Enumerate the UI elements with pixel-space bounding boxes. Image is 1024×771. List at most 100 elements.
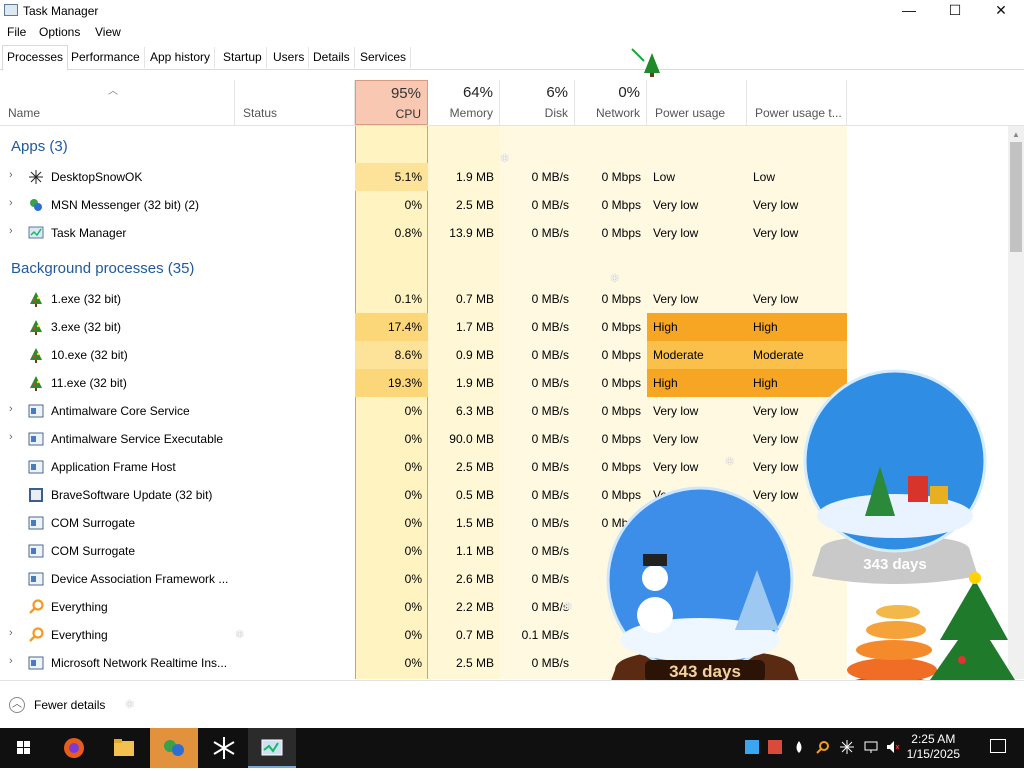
disk-value: 0.1 MB/s	[521, 628, 569, 642]
status-column-header[interactable]: Status	[235, 80, 355, 125]
memory-value: 1.9 MB	[455, 170, 494, 184]
process-name: 3.exe (32 bit)	[51, 320, 122, 334]
search-icon[interactable]	[816, 740, 830, 754]
process-row[interactable]: 10.exe (32 bit) 8.6% 0.9 MB 0 MB/s 0 Mbps Mod…	[0, 341, 1008, 369]
process-row[interactable]: Device Association Framework ... 0% 2.6 MB…	[0, 565, 1008, 593]
chevron-up-icon[interactable]: ︿	[9, 697, 25, 713]
disk-column-header[interactable]: 6% Disk	[500, 80, 575, 125]
process-row[interactable]: › Task Manager 0.8% 13.9 MB 0 MB/s 0 Mbps Very…	[0, 219, 1008, 247]
messenger-taskbar-button[interactable]	[150, 728, 198, 768]
tab-processes[interactable]: Processes	[2, 45, 69, 71]
chevron-right-icon[interactable]: ›	[9, 655, 13, 667]
tab-strip: Processes Performance App history Startu…	[0, 45, 1024, 71]
tab-details[interactable]: Details	[309, 47, 355, 68]
desktopsnow-taskbar-button[interactable]	[200, 728, 248, 768]
notification-icon[interactable]	[990, 739, 1006, 753]
power-usage-value: Very low	[653, 292, 699, 306]
process-row[interactable]: › Microsoft Network Realtime Ins... 0% 2.5 …	[0, 649, 1008, 677]
process-row[interactable]: 3.exe (32 bit) 17.4% 1.7 MB 0 MB/s 0 Mbps Hig…	[0, 313, 1008, 341]
disk-value: 0 MB/s	[531, 170, 569, 184]
power-trend-column-header[interactable]: Power usage t...	[747, 80, 847, 125]
tray-app-icon[interactable]	[745, 740, 759, 754]
drop-icon[interactable]	[792, 740, 806, 754]
network-icon[interactable]	[864, 740, 878, 754]
chevron-right-icon[interactable]: ›	[9, 225, 13, 237]
network-value: 0 Mbps	[601, 292, 641, 306]
process-row[interactable]: Application Frame Host 0% 2.5 MB 0 MB/s 0 Mb…	[0, 453, 1008, 481]
process-list: Apps (3) Background processes (35) › Desk…	[0, 126, 1008, 679]
cpu-value: 0%	[404, 516, 422, 530]
windows-logo-icon	[17, 741, 30, 754]
memory-value: 0.5 MB	[455, 488, 494, 502]
chevron-right-icon[interactable]: ›	[9, 169, 13, 181]
scroll-up-icon[interactable]: ▲	[1012, 130, 1020, 139]
update-icon	[28, 487, 44, 503]
vertical-scrollbar[interactable]: ▲	[1008, 126, 1024, 679]
power-trend-value: High	[747, 313, 847, 341]
power-trend-value	[747, 537, 847, 565]
firefox-taskbar-button[interactable]	[50, 728, 98, 768]
group-apps-header[interactable]: Apps (3)	[11, 138, 68, 155]
chevron-right-icon[interactable]: ›	[9, 431, 13, 443]
cpu-value: 0.8%	[394, 226, 422, 240]
minimize-button[interactable]: —	[886, 0, 932, 22]
menu-file[interactable]: File	[7, 25, 26, 39]
process-name: Everything	[51, 600, 108, 614]
tab-users[interactable]: Users	[269, 47, 310, 68]
chevron-right-icon[interactable]: ›	[9, 197, 13, 209]
disk-value: 0 MB/s	[531, 544, 569, 558]
network-value: 0 Mbps	[601, 432, 641, 446]
process-row[interactable]: BraveSoftware Update (32 bit) 0% 0.5 MB 0 M…	[0, 481, 1008, 509]
process-row[interactable]: COM Surrogate 0% 1.1 MB 0 MB/s	[0, 537, 1008, 565]
tab-app-history[interactable]: App history	[146, 47, 216, 68]
network-column-header[interactable]: 0% Network	[575, 80, 647, 125]
fewer-details-link[interactable]: Fewer details	[34, 698, 105, 712]
memory-value: 0.9 MB	[455, 348, 494, 362]
memory-column-header[interactable]: 64% Memory	[428, 80, 500, 125]
network-value: 0 Mbps	[601, 404, 641, 418]
process-row[interactable]: COM Surrogate 0% 1.5 MB 0 MB/s 0 Mbps	[0, 509, 1008, 537]
memory-value: 2.5 MB	[455, 198, 494, 212]
file-explorer-taskbar-button[interactable]	[100, 728, 148, 768]
memory-value: 1.9 MB	[455, 376, 494, 390]
process-row[interactable]: › DesktopSnowOK 5.1% 1.9 MB 0 MB/s 0 Mbps Low L…	[0, 163, 1008, 191]
process-row[interactable]: › MSN Messenger (32 bit) (2) 0% 2.5 MB 0 MB/…	[0, 191, 1008, 219]
memory-value: 1.1 MB	[455, 544, 494, 558]
memory-value: 90.0 MB	[449, 432, 494, 446]
scrollbar-thumb[interactable]	[1010, 142, 1022, 252]
tray-app-icon[interactable]	[768, 740, 782, 754]
snowflake-icon	[28, 169, 44, 185]
menu-view[interactable]: View	[95, 25, 121, 39]
task-manager-taskbar-button[interactable]	[248, 728, 296, 768]
system-clock[interactable]: 2:25 AM 1/15/2025	[907, 732, 960, 762]
close-button[interactable]: ✕	[978, 0, 1024, 22]
snowflake-decoration: ❄	[500, 153, 510, 165]
process-row[interactable]: › Antimalware Service Executable 0% 90.0 MB…	[0, 425, 1008, 453]
volume-muted-icon[interactable]	[886, 740, 900, 754]
start-button[interactable]	[0, 728, 48, 768]
title-bar: Task Manager — ☐ ✕	[0, 0, 1024, 22]
tab-startup[interactable]: Startup	[219, 47, 267, 68]
power-trend-value: Very low	[753, 404, 799, 418]
process-row[interactable]: › Everything 0% 0.7 MB 0.1 MB/s	[0, 621, 1008, 649]
chevron-right-icon[interactable]: ›	[9, 403, 13, 415]
tab-performance[interactable]: Performance	[67, 47, 145, 68]
menu-options[interactable]: Options	[39, 25, 80, 39]
process-row[interactable]: Everything 0% 2.2 MB 0 MB/s	[0, 593, 1008, 621]
power-column-header[interactable]: Power usage	[647, 80, 747, 125]
snowflake-icon[interactable]	[840, 740, 854, 754]
process-row[interactable]: › Antimalware Core Service 0% 6.3 MB 0 MB/s 0…	[0, 397, 1008, 425]
process-row[interactable]: 11.exe (32 bit) 19.3% 1.9 MB 0 MB/s 0 Mbps Hi…	[0, 369, 1008, 397]
process-row[interactable]: 1.exe (32 bit) 0.1% 0.7 MB 0 MB/s 0 Mbps Very…	[0, 285, 1008, 313]
power-usage-value	[647, 537, 747, 565]
power-trend-value: High	[747, 369, 847, 397]
group-background-header[interactable]: Background processes (35)	[11, 260, 194, 277]
tree-icon	[28, 319, 44, 335]
chevron-right-icon[interactable]: ›	[9, 627, 13, 639]
disk-value: 0 MB/s	[531, 432, 569, 446]
memory-value: 2.5 MB	[455, 656, 494, 670]
tab-services[interactable]: Services	[356, 47, 412, 68]
power-trend-value	[747, 565, 847, 593]
cpu-column-header[interactable]: 95% CPU	[355, 80, 428, 125]
maximize-button[interactable]: ☐	[932, 0, 978, 22]
